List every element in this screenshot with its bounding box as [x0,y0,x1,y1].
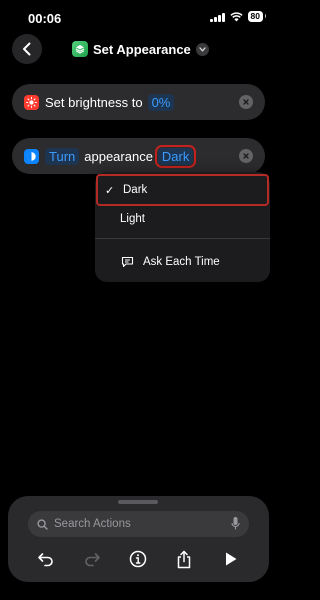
undo-button[interactable] [35,548,57,570]
back-button[interactable] [12,34,42,64]
shortcut-title-menu[interactable]: Set Appearance [72,39,209,59]
shortcuts-app-icon [72,41,88,57]
checkmark-icon: ✓ [105,184,115,197]
cellular-signal-icon [210,12,225,22]
brightness-icon [24,94,39,110]
menu-item-label: Ask Each Time [143,256,220,268]
ask-each-time-icon [121,256,134,268]
redo-button[interactable] [81,548,103,570]
action-set-brightness[interactable]: Set brightness to 0% [12,84,265,120]
search-bar[interactable] [28,511,249,537]
menu-item-dark[interactable]: ✓ Dark [96,174,269,206]
microphone-icon[interactable] [231,516,240,531]
menu-item-ask-each-time[interactable]: Ask Each Time [95,248,270,276]
share-button[interactable] [173,548,195,570]
search-input[interactable] [54,518,214,530]
status-icons: 80 [210,11,267,22]
share-icon [177,550,191,568]
close-icon [243,153,249,159]
close-icon [243,99,249,105]
editor-toolbar [8,546,269,572]
actions-panel [8,496,269,582]
menu-divider [95,238,270,239]
undo-icon [38,553,53,567]
appearance-options-menu: ✓ Dark Light Ask Each Time [95,172,270,282]
status-bar: 00:06 80 [0,0,277,36]
action-label: appearance [84,148,153,164]
info-icon [129,550,147,568]
appearance-value-token[interactable]: Dark [154,144,197,168]
menu-item-label: Light [120,213,145,225]
battery-indicator: 80 [247,11,267,22]
appearance-icon [24,148,39,164]
play-icon [226,552,237,566]
panel-grabber[interactable] [118,500,158,504]
redo-icon [85,553,100,567]
menu-item-label: Dark [123,184,148,196]
turn-operation-token[interactable]: Turn [45,147,80,165]
action-set-appearance[interactable]: Turn appearance Dark [12,138,265,174]
status-time: 00:06 [28,11,62,26]
page-title: Set Appearance [93,41,191,57]
navigation-bar: Set Appearance [0,33,277,65]
info-button[interactable] [127,548,149,570]
action-label: Set brightness to [45,94,143,110]
clear-action-button[interactable] [239,149,253,163]
menu-item-light[interactable]: Light [95,205,270,233]
wifi-icon [229,11,243,21]
run-button[interactable] [220,548,242,570]
back-chevron-icon [23,42,31,56]
chevron-down-icon [195,42,209,56]
clear-action-button[interactable] [239,95,253,109]
brightness-value-token[interactable]: 0% [147,93,175,111]
search-icon [37,518,48,530]
